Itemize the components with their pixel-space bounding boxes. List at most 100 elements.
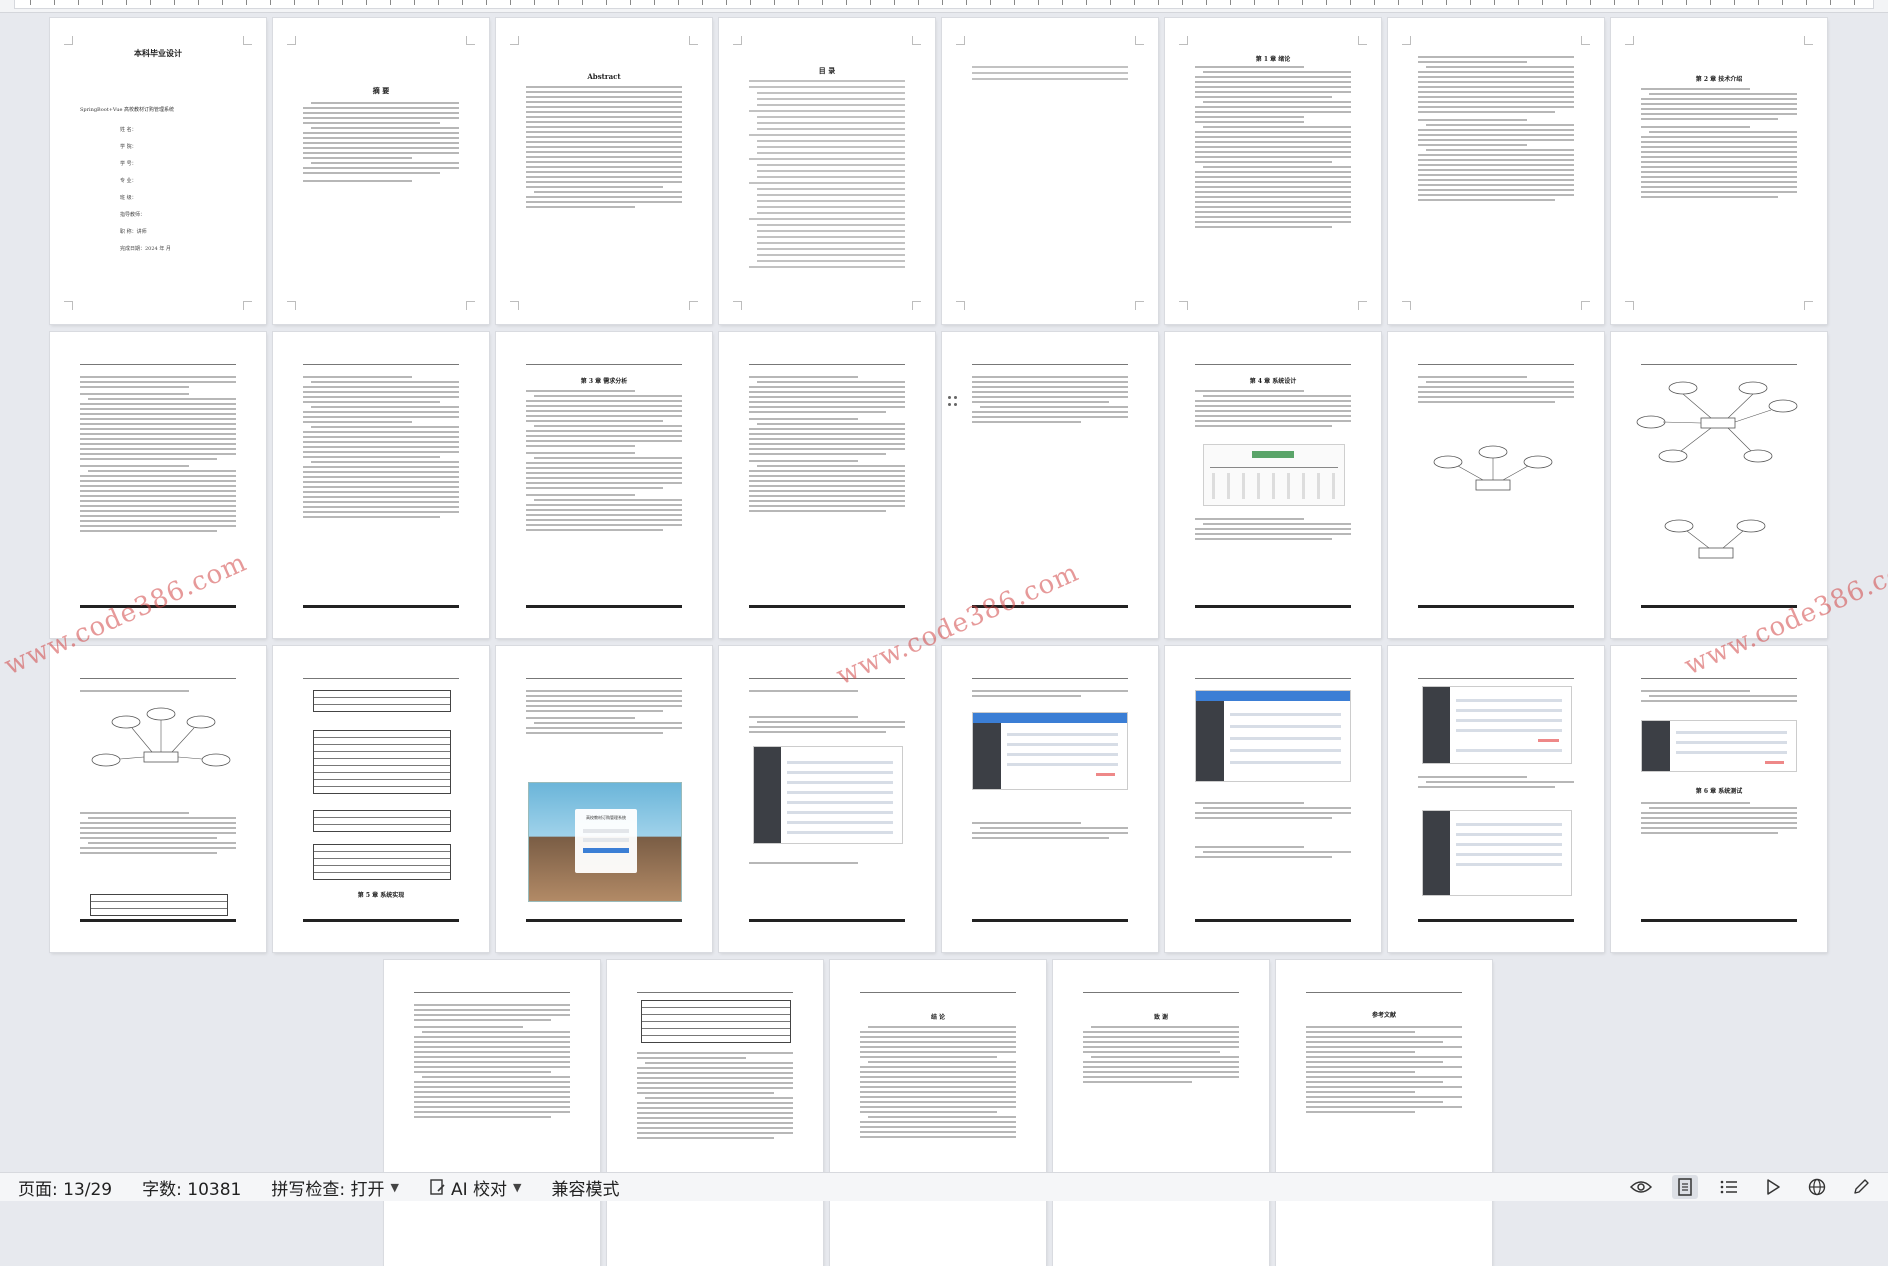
page-thumbnail-20[interactable] xyxy=(719,646,935,952)
ruler-tick xyxy=(294,0,295,5)
ruler-tick xyxy=(1806,0,1807,5)
spell-check-label: 拼写检查: 打开 xyxy=(271,1179,385,1200)
ruler-tick xyxy=(390,0,391,5)
ai-proofread-button[interactable]: AI 校对 ▼ xyxy=(399,1173,521,1201)
ruler-tick xyxy=(54,0,55,5)
ruler-tick xyxy=(366,0,367,5)
page-thumbnail-conclusion[interactable]: 结 论 xyxy=(830,960,1046,1266)
read-mode-button[interactable] xyxy=(1760,1175,1786,1199)
ruler-tick xyxy=(822,0,823,5)
abstract-en-title: Abstract xyxy=(587,72,621,81)
spell-check-toggle[interactable]: 拼写检查: 打开 ▼ xyxy=(241,1173,399,1201)
page-thumbnail-9[interactable] xyxy=(50,332,266,638)
document-canvas[interactable]: 本科毕业设计 SpringBoot+Vue 高校教材订购管理系统 姓 名： 学 … xyxy=(0,14,1888,1266)
ruler-tick xyxy=(630,0,631,5)
ruler-tick xyxy=(1782,0,1783,5)
page-thumbnail-chapter-4[interactable]: 第 4 章 系统设计 xyxy=(1165,332,1381,638)
ruler-tick xyxy=(1302,0,1303,5)
page-view-icon xyxy=(1678,1178,1692,1196)
ruler-tick xyxy=(726,0,727,5)
ruler-tick xyxy=(1614,0,1615,5)
play-icon xyxy=(1767,1179,1780,1195)
ruler-tick xyxy=(1566,0,1567,5)
page-thumbnail-chapter-3[interactable]: 第 3 章 需求分析 xyxy=(496,332,712,638)
er-diagram xyxy=(1636,381,1798,463)
page-thumbnail-toc-continued[interactable] xyxy=(942,18,1158,324)
cover-field: 学 院： xyxy=(120,144,137,150)
ruler-tick xyxy=(1854,0,1855,5)
admin-screenshot xyxy=(1422,810,1572,896)
ruler-tick xyxy=(1830,0,1831,5)
conclusion-title: 结 论 xyxy=(930,1014,946,1021)
ruler-tick xyxy=(870,0,871,5)
outline-view-button[interactable] xyxy=(1716,1175,1742,1199)
ruler-tick xyxy=(1182,0,1183,5)
ruler-tick xyxy=(1686,0,1687,5)
ruler-tick xyxy=(1230,0,1231,5)
page-indicator[interactable]: 页面: 13/29 xyxy=(0,1173,112,1201)
page-view-button[interactable] xyxy=(1672,1175,1698,1199)
admin-screenshot xyxy=(753,746,903,844)
page-thumbnail-15[interactable] xyxy=(1388,332,1604,638)
page-thumbnail-23[interactable] xyxy=(1388,646,1604,952)
page-thumbnail-chapter-1[interactable]: 第 1 章 绪论 xyxy=(1165,18,1381,324)
page-thumbnail-cover[interactable]: 本科毕业设计 SpringBoot+Vue 高校教材订购管理系统 姓 名： 学 … xyxy=(50,18,266,324)
ruler-tick xyxy=(1062,0,1063,5)
page-thumbnail-13-current[interactable] xyxy=(942,332,1158,638)
toc-title: 目 录 xyxy=(818,66,836,75)
page-thumbnail-17[interactable] xyxy=(50,646,266,952)
web-layout-button[interactable] xyxy=(1804,1175,1830,1199)
ruler-tick xyxy=(750,0,751,5)
page-thumbnail-thanks[interactable]: 致 谢 xyxy=(1053,960,1269,1266)
page-thumbnail-24[interactable]: 第 6 章 系统测试 xyxy=(1611,646,1827,952)
page-thumbnail-chapter-2[interactable]: 第 2 章 技术介绍 xyxy=(1611,18,1827,324)
ruler-track xyxy=(14,0,1874,9)
page-thumbnail-25[interactable] xyxy=(384,960,600,1266)
page-thumbnail-26[interactable] xyxy=(607,960,823,1266)
ruler-tick xyxy=(30,0,31,5)
page-thumbnail-19[interactable]: 高校教材订购管理系统 xyxy=(496,646,712,952)
ruler-tick xyxy=(1326,0,1327,5)
page-thumbnail-abstract-cn[interactable]: 摘 要 xyxy=(273,18,489,324)
compat-mode-indicator[interactable]: 兼容模式 xyxy=(521,1173,619,1201)
ruler-tick xyxy=(966,0,967,5)
page-thumbnail-21[interactable] xyxy=(942,646,1158,952)
ruler-tick xyxy=(1734,0,1735,5)
word-count[interactable]: 字数: 10381 xyxy=(112,1173,241,1201)
ai-proofread-label: AI 校对 xyxy=(450,1179,507,1200)
page-thumbnail-abstract-en[interactable]: Abstract xyxy=(496,18,712,324)
chevron-down-icon: ▼ xyxy=(390,1180,399,1194)
eye-protection-button[interactable] xyxy=(1628,1175,1654,1199)
page-thumbnail-16[interactable] xyxy=(1611,332,1827,638)
page-thumbnail-toc[interactable]: 目 录 xyxy=(719,18,935,324)
cover-subtitle: SpringBoot+Vue 高校教材订购管理系统 xyxy=(80,107,174,113)
login-title: 高校教材订购管理系统 xyxy=(586,815,626,820)
admin-screenshot xyxy=(1422,686,1572,764)
ruler-tick xyxy=(558,0,559,5)
data-table xyxy=(313,730,451,794)
ruler-tick xyxy=(678,0,679,5)
page-thumbnail-12[interactable] xyxy=(719,332,935,638)
cover-field: 职 称：讲师 xyxy=(120,229,147,235)
data-table xyxy=(313,844,451,880)
er-diagram xyxy=(1664,519,1766,559)
page-thumbnail-18[interactable]: 第 5 章 系统实现 xyxy=(273,646,489,952)
ruler-tick xyxy=(846,0,847,5)
ruler-tick xyxy=(414,0,415,5)
write-mode-button[interactable] xyxy=(1848,1175,1874,1199)
drag-handle-icon[interactable] xyxy=(948,396,958,414)
ruler-tick xyxy=(1542,0,1543,5)
ruler-tick xyxy=(510,0,511,5)
page-thumbnail-references[interactable]: 参考文献 xyxy=(1276,960,1492,1266)
page-thumbnail-10[interactable] xyxy=(273,332,489,638)
data-table xyxy=(90,894,228,916)
ruler-tick xyxy=(1518,0,1519,5)
top-ruler[interactable] xyxy=(0,0,1888,13)
page-thumbnail-22[interactable] xyxy=(1165,646,1381,952)
thanks-title: 致 谢 xyxy=(1153,1014,1169,1021)
page-thumbnail-chapter-1-cont[interactable] xyxy=(1388,18,1604,324)
admin-screenshot xyxy=(1641,720,1797,772)
admin-screenshot xyxy=(1195,690,1351,782)
outline-icon xyxy=(1720,1180,1737,1194)
ruler-tick xyxy=(1134,0,1135,5)
